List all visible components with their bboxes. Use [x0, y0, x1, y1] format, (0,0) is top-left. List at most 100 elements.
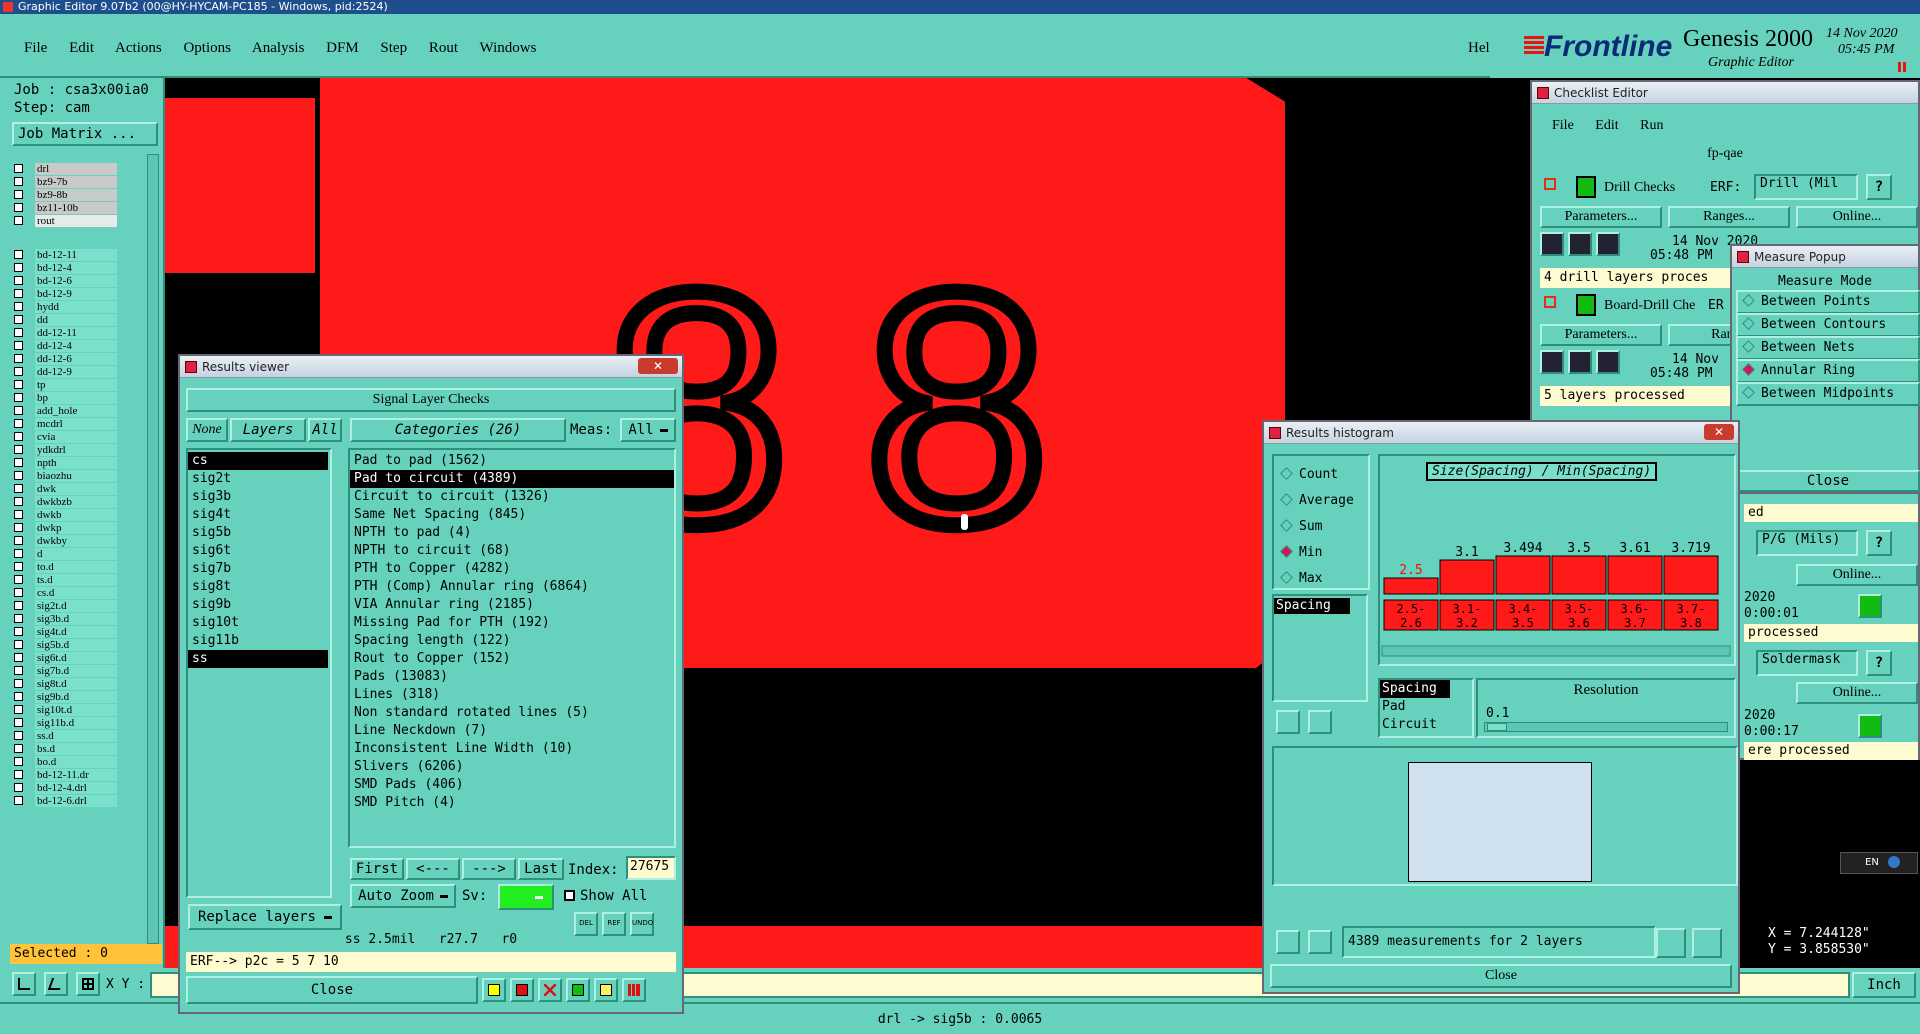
layer-row[interactable]: bz11-10b	[14, 201, 132, 214]
layer-checkbox[interactable]	[14, 679, 23, 688]
layer-checkbox[interactable]	[14, 588, 23, 597]
first-button[interactable]: First	[350, 858, 404, 880]
zoom-home-icon[interactable]	[12, 972, 36, 996]
check-enabled-icon[interactable]	[1544, 296, 1556, 308]
next-button[interactable]: --->	[462, 858, 516, 880]
category-item[interactable]: Same Net Spacing (845)	[350, 506, 674, 524]
type-list-item[interactable]: Spacing	[1380, 680, 1450, 698]
online-button-3[interactable]: Online...	[1796, 564, 1918, 586]
layer-checkbox[interactable]	[14, 190, 23, 199]
layer-row[interactable]: bd-12-11.dr	[14, 768, 132, 781]
result-layer-item[interactable]: sig6t	[188, 542, 328, 560]
result-layer-item[interactable]: cs	[188, 452, 328, 470]
layer-row[interactable]: dwkbzb	[14, 495, 132, 508]
layer-checkbox[interactable]	[14, 432, 23, 441]
category-item[interactable]: Lines (318)	[350, 686, 674, 704]
result-layer-item[interactable]: sig11b	[188, 632, 328, 650]
layer-row[interactable]: sig7b.d	[14, 664, 132, 677]
layer-checkbox[interactable]	[14, 380, 23, 389]
measure-option[interactable]: Between Contours	[1736, 313, 1920, 337]
layer-checkbox[interactable]	[14, 510, 23, 519]
layer-row[interactable]: d	[14, 547, 132, 560]
layer-checkbox[interactable]	[14, 177, 23, 186]
layer-checkbox[interactable]	[14, 164, 23, 173]
layer-checkbox[interactable]	[14, 203, 23, 212]
histogram-bar[interactable]	[1663, 555, 1719, 595]
layer-row[interactable]: npth	[14, 456, 132, 469]
stat-option[interactable]: Average	[1274, 488, 1368, 514]
layer-checkbox[interactable]	[14, 796, 23, 805]
none-button[interactable]: None	[186, 418, 228, 442]
zoom-all-icon[interactable]	[1692, 928, 1722, 958]
layer-row[interactable]: dd	[14, 313, 132, 326]
layer-checkbox[interactable]	[14, 536, 23, 545]
measure-icon[interactable]	[44, 972, 68, 996]
histogram-bar[interactable]	[1607, 555, 1663, 595]
layer-row[interactable]: bd-12-11	[14, 248, 132, 261]
parameters-button-2[interactable]: Parameters...	[1540, 324, 1662, 346]
category-item[interactable]: Slivers (6206)	[350, 758, 674, 776]
layer-row[interactable]: dd-12-11	[14, 326, 132, 339]
result-layer-item[interactable]: sig2t	[188, 470, 328, 488]
layer-row[interactable]: sig10t.d	[14, 703, 132, 716]
result-layer-item[interactable]: sig5b	[188, 524, 328, 542]
cross-icon[interactable]	[538, 978, 562, 1002]
online-button-4[interactable]: Online...	[1796, 682, 1918, 704]
green-report-icon[interactable]	[566, 978, 590, 1002]
layer-checkbox[interactable]	[14, 341, 23, 350]
layer-checkbox[interactable]	[14, 562, 23, 571]
checklist-menu-run[interactable]: Run	[1640, 118, 1663, 133]
slider-thumb[interactable]	[1487, 723, 1507, 731]
layer-checkbox[interactable]	[14, 614, 23, 623]
stat-option[interactable]: Sum	[1274, 514, 1368, 540]
type-list[interactable]: Spacing Pad Circuit	[1378, 678, 1474, 738]
last-button[interactable]: Last	[518, 858, 564, 880]
layer-checkbox[interactable]	[14, 302, 23, 311]
histogram-chart[interactable]: 2.52.5-2.63.13.1-3.23.4943.4-3.53.53.5-3…	[1380, 456, 1734, 664]
category-item[interactable]: Spacing length (122)	[350, 632, 674, 650]
histogram-bar[interactable]	[1383, 577, 1439, 595]
histogram-list[interactable]: Spacing	[1272, 594, 1368, 702]
layer-row[interactable]: bo.d	[14, 755, 132, 768]
layer-row[interactable]: dd-12-6	[14, 352, 132, 365]
replace-layers-dropdown[interactable]: Replace layers	[188, 904, 342, 930]
erf-input-4[interactable]: Soldermask	[1756, 650, 1858, 676]
parameters-button-1[interactable]: Parameters...	[1540, 206, 1662, 228]
menu-options[interactable]: Options	[183, 40, 231, 56]
zoom-to-icon[interactable]	[1656, 928, 1686, 958]
layer-row[interactable]: bz9-7b	[14, 175, 132, 188]
run-icon-2a[interactable]	[1540, 350, 1564, 374]
layer-checkbox[interactable]	[14, 601, 23, 610]
layers-button[interactable]: Layers	[230, 418, 306, 442]
layer-checkbox[interactable]	[14, 289, 23, 298]
layer-checkbox[interactable]	[14, 367, 23, 376]
layer-row[interactable]: sig4t.d	[14, 625, 132, 638]
histogram-list-item[interactable]: Spacing	[1274, 598, 1350, 614]
layer-row[interactable]: dwkb	[14, 508, 132, 521]
resolution-slider[interactable]	[1484, 722, 1728, 732]
category-item[interactable]: PTH to Copper (4282)	[350, 560, 674, 578]
category-item[interactable]: Missing Pad for PTH (192)	[350, 614, 674, 632]
layer-scrollbar[interactable]	[147, 154, 159, 944]
result-layer-item[interactable]: sig9b	[188, 596, 328, 614]
highlight-icon[interactable]	[482, 978, 506, 1002]
check-enabled-icon[interactable]	[1544, 178, 1556, 190]
categories-list[interactable]: Pad to pad (1562) Pad to circuit (4389) Ci…	[348, 448, 676, 848]
layer-checkbox[interactable]	[14, 354, 23, 363]
layer-row[interactable]: ss.d	[14, 729, 132, 742]
erf-input-3[interactable]: P/G (Mils)	[1756, 530, 1858, 556]
close-button[interactable]: Close	[186, 976, 478, 1004]
layers-list[interactable]: cs sig2t sig3b sig4t sig5b sig6t sig7b sig8t sig…	[186, 448, 332, 898]
layer-checkbox[interactable]	[14, 770, 23, 779]
layer-checkbox[interactable]	[14, 250, 23, 259]
layer-row[interactable]: bd-12-9	[14, 287, 132, 300]
layer-checkbox[interactable]	[14, 692, 23, 701]
category-item[interactable]: Rout to Copper (152)	[350, 650, 674, 668]
layer-checkbox[interactable]	[14, 666, 23, 675]
histogram-scrollbar[interactable]	[1381, 645, 1731, 657]
layer-checkbox[interactable]	[14, 783, 23, 792]
all-layers-button[interactable]: All	[308, 418, 342, 442]
layer-row[interactable]: bd-12-6	[14, 274, 132, 287]
result-layer-item[interactable]: sig4t	[188, 506, 328, 524]
layer-checkbox[interactable]	[14, 523, 23, 532]
